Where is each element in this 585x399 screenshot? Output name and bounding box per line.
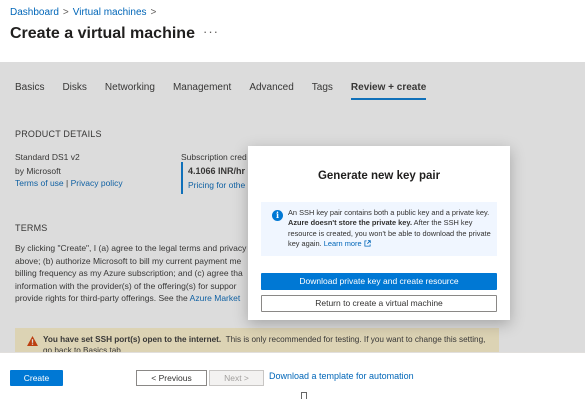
- create-button[interactable]: Create: [10, 370, 63, 386]
- page-header: Dashboard > Virtual machines > Create a …: [0, 0, 585, 62]
- download-template-link[interactable]: Download a template for automation: [269, 371, 414, 381]
- download-private-key-button[interactable]: Download private key and create resource: [261, 273, 497, 290]
- info-text-bold: Azure doesn't store the private key.: [288, 218, 413, 228]
- window-handle-bottom: [301, 392, 307, 399]
- footer-bar: Create < Previous Next > Download a temp…: [0, 352, 585, 399]
- external-link-icon: [364, 240, 371, 247]
- breadcrumb: Dashboard > Virtual machines >: [10, 7, 156, 18]
- info-icon: i: [272, 210, 283, 221]
- breadcrumb-dashboard[interactable]: Dashboard: [10, 7, 59, 18]
- more-icon[interactable]: ···: [203, 24, 219, 39]
- page-title: Create a virtual machine: [10, 25, 195, 42]
- learn-more-link[interactable]: Learn more: [324, 239, 371, 248]
- dialog-title: Generate new key pair: [317, 170, 441, 182]
- next-button: Next >: [209, 370, 264, 386]
- breadcrumb-virtual-machines[interactable]: Virtual machines: [73, 7, 147, 18]
- generate-key-pair-dialog: Generate new key pair i An SSH key pair …: [248, 146, 510, 320]
- breadcrumb-separator: >: [150, 7, 157, 18]
- info-box: i An SSH key pair contains both a public…: [261, 202, 497, 256]
- info-text-1: An SSH key pair contains both a public k…: [288, 208, 490, 217]
- learn-more-label: Learn more: [323, 238, 362, 248]
- return-to-create-button[interactable]: Return to create a virtual machine: [261, 295, 497, 312]
- breadcrumb-separator: >: [62, 7, 69, 18]
- previous-button[interactable]: < Previous: [136, 370, 207, 386]
